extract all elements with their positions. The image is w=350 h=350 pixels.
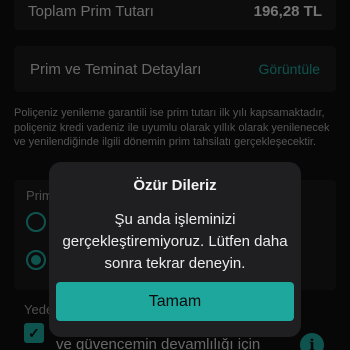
dialog-title: Özür Dileriz [133,177,217,194]
dialog-message: Şu anda işleminizi gerçekleştiremiyoruz.… [62,211,288,272]
ok-button[interactable]: Tamam [56,282,294,321]
error-dialog: Özür Dileriz Şu anda işleminizi gerçekle… [49,162,301,337]
